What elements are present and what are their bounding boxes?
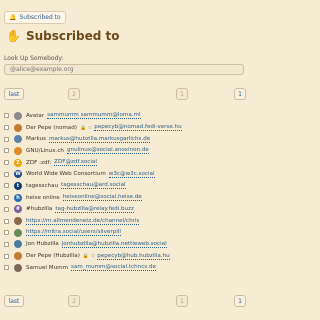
row-checkbox[interactable] <box>4 171 9 177</box>
avatar <box>14 111 22 120</box>
hand-icon: ✋ <box>6 29 21 43</box>
contact-name: Markus <box>26 136 47 143</box>
list-item: GNU/Linux.ch gnulinux@social.anoxinon.de <box>4 145 248 157</box>
contact-name: Samuel Mumm <box>26 264 69 271</box>
avatar: Z <box>14 158 22 167</box>
subscribed-to-button[interactable]: 🔔 Subscribed to <box>4 11 66 24</box>
row-checkbox[interactable] <box>4 148 9 154</box>
pager-prev-button[interactable]: 2 <box>68 88 80 100</box>
contact-handle-link[interactable]: tagesschau@ard.social <box>61 182 126 190</box>
row-checkbox[interactable] <box>4 265 9 271</box>
contact-name: World Wide Web Consortium <box>26 171 106 178</box>
page-header: ✋ Subscribed to <box>6 29 120 43</box>
avatar <box>14 263 22 272</box>
avatar: t <box>14 181 22 190</box>
avatar: # <box>14 205 22 214</box>
row-checkbox[interactable] <box>4 183 9 189</box>
contact-handle-link[interactable]: sammumm sammumm@loma.ml <box>47 112 141 120</box>
list-item: Jon Hubzilla jonhubzilla@hubzilla.nettlew… <box>4 239 248 251</box>
contact-handle-link[interactable]: heiseonline@social.heise.de <box>62 194 142 202</box>
topbar: 🔔 Subscribed to <box>4 4 66 24</box>
pager-first-button[interactable]: 1 <box>234 88 246 100</box>
avatar <box>14 135 22 144</box>
avatar: h <box>14 193 22 202</box>
row-checkbox[interactable] <box>4 113 9 119</box>
list-item: # #hubzilla tag-hubzilla@relay.fedi.buzz <box>4 204 248 216</box>
contact-name: ZDF :zdf: <box>26 159 52 166</box>
contact-name: heise online <box>26 194 60 201</box>
list-item: Der Pepe (Hubzilla) 🔒 ☆ pepecyb@hub.hubzil… <box>4 250 248 262</box>
contact-handle-link[interactable]: jonhubzilla@hubzilla.nettleweb.social <box>61 241 167 248</box>
contact-name: tagesschau <box>26 182 59 189</box>
contact-name: Der Pepe (nomad) <box>26 124 77 131</box>
avatar <box>14 123 22 132</box>
row-checkbox[interactable] <box>4 253 9 259</box>
pager-last-button[interactable]: last <box>4 295 24 307</box>
contact-name: Jon Hubzilla <box>26 241 59 248</box>
list-item: Z ZDF :zdf: ZDF@zdf.social <box>4 157 248 169</box>
row-checkbox[interactable] <box>4 125 9 131</box>
lookup-label: Look Up Somebody: <box>4 55 64 62</box>
lock-star-icons: 🔒 ☆ <box>79 124 93 131</box>
list-item: Markus markus@hubzilla.markusgarlichs.de <box>4 133 248 145</box>
subscribed-to-button-label: Subscribed to <box>19 14 61 21</box>
row-checkbox[interactable] <box>4 241 9 247</box>
list-item: Der Pepe (nomad) 🔒 ☆ pepecyb@nomad.fedi-ve… <box>4 122 248 134</box>
pager-mid-button[interactable]: 1 <box>176 295 188 307</box>
list-item: t tagesschau tagesschau@ard.social <box>4 180 248 192</box>
page-title: Subscribed to <box>25 29 120 43</box>
contact-name: Der Pepe (Hubzilla) <box>26 253 80 260</box>
pager-bottom: last 2 1 1 <box>4 295 246 307</box>
list-item: https://mitra.social/users/silverpill <box>4 227 248 239</box>
list-item: https://m.allmendenetz.de/channel/chris <box>4 215 248 227</box>
row-checkbox[interactable] <box>4 206 9 212</box>
contact-handle-link[interactable]: pepecyb@hub.hubzilla.hu <box>97 253 170 260</box>
contact-handle-link[interactable]: gnulinux@social.anoxinon.de <box>66 147 149 155</box>
bell-icon: 🔔 <box>9 14 17 21</box>
pager-prev-button[interactable]: 2 <box>68 295 80 307</box>
avatar <box>14 240 22 249</box>
list-item: W World Wide Web Consortium w3c@w3c.social <box>4 168 248 180</box>
list-item: h heise online heiseonline@social.heise.de <box>4 192 248 204</box>
avatar <box>14 146 22 155</box>
contact-handle-link[interactable]: w3c@w3c.social <box>108 171 155 178</box>
contact-handle-link[interactable]: ZDF@zdf.social <box>54 159 97 167</box>
pager-mid-button[interactable]: 1 <box>176 88 188 100</box>
avatar <box>14 217 22 226</box>
row-checkbox[interactable] <box>4 136 9 142</box>
row-checkbox[interactable] <box>4 218 9 224</box>
contact-handle-link[interactable]: tag-hubzilla@relay.fedi.buzz <box>55 206 134 213</box>
contact-handle-link[interactable]: https://mitra.social/users/silverpill <box>26 229 121 237</box>
lookup-input[interactable] <box>4 64 244 75</box>
contact-handle-link[interactable]: https://m.allmendenetz.de/channel/chris <box>26 218 140 225</box>
contact-name: Avatar <box>26 112 45 119</box>
avatar <box>14 252 22 261</box>
subscription-list: Avatar sammumm sammumm@loma.ml Der Pepe (n… <box>4 110 248 274</box>
contact-handle-link[interactable]: pepecyb@nomad.fedi-verse.hu <box>94 124 182 132</box>
lock-star-icons: 🔒 ☆ <box>82 253 96 260</box>
row-checkbox[interactable] <box>4 195 9 201</box>
pager-top: last 2 1 1 <box>4 88 246 100</box>
pager-first-button[interactable]: 1 <box>234 295 246 307</box>
row-checkbox[interactable] <box>4 230 9 236</box>
contact-handle-link[interactable]: sam_mumm@social.tchncs.de <box>71 264 156 272</box>
avatar: W <box>14 170 22 179</box>
contact-handle-link[interactable]: markus@hubzilla.markusgarlichs.de <box>49 136 151 143</box>
avatar <box>14 228 22 237</box>
contact-name: GNU/Linux.ch <box>26 147 64 154</box>
row-checkbox[interactable] <box>4 160 9 166</box>
pager-last-button[interactable]: last <box>4 88 24 100</box>
list-item: Avatar sammumm sammumm@loma.ml <box>4 110 248 122</box>
contact-name: #hubzilla <box>26 206 53 213</box>
list-item: Samuel Mumm sam_mumm@social.tchncs.de <box>4 262 248 274</box>
